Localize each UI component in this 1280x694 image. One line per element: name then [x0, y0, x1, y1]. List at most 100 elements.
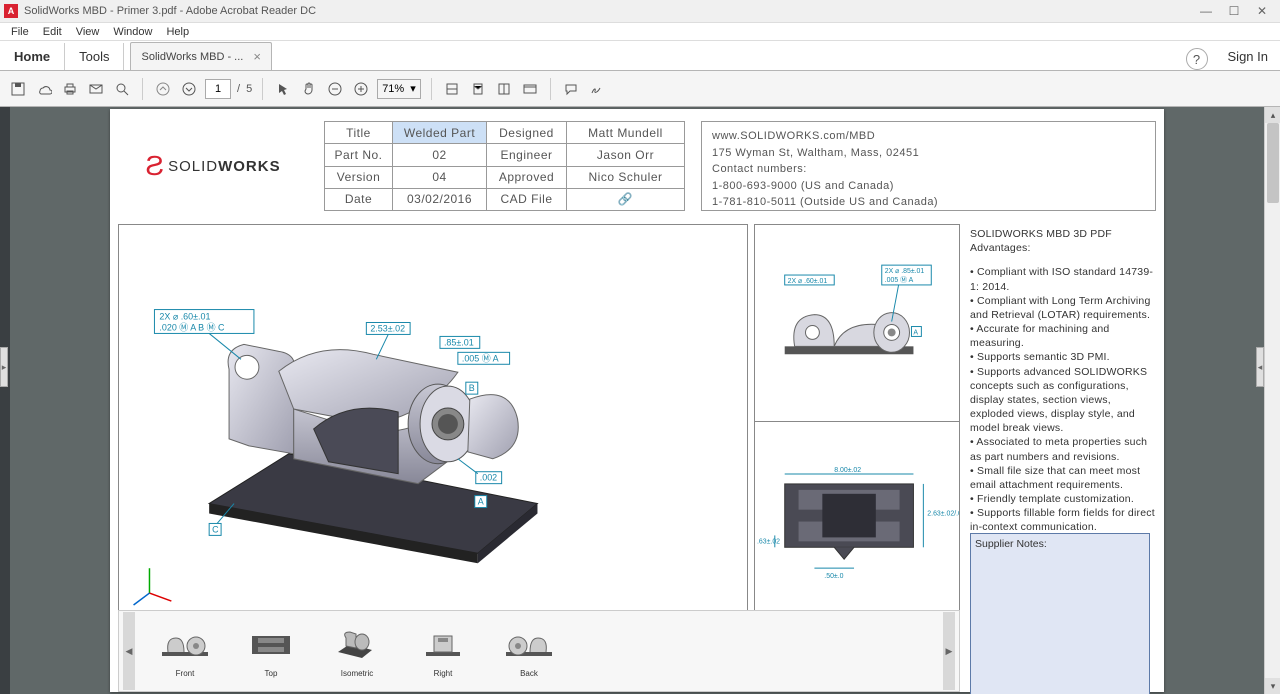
solidworks-logo: Ƨ SOLIDWORKS	[118, 121, 308, 211]
side-view-bottom[interactable]: 8.00±.02 2.63±.02/.03±.02 .50±.0 .63±.02	[755, 422, 959, 618]
logo-mark-icon: Ƨ	[145, 150, 164, 182]
svg-text:A: A	[478, 497, 484, 507]
dim-d1: 2X ⌀ .60±.01	[159, 312, 210, 322]
fit-page-icon[interactable]	[468, 79, 488, 99]
fit-width-icon[interactable]	[442, 79, 462, 99]
print-icon[interactable]	[60, 79, 80, 99]
thumb-prev-button[interactable]: ◀	[123, 612, 135, 690]
pointer-icon[interactable]	[273, 79, 293, 99]
page-header: Ƨ SOLIDWORKS Title Welded Part Designed …	[110, 121, 1164, 211]
menu-window[interactable]: Window	[106, 26, 159, 38]
page-up-icon[interactable]	[153, 79, 173, 99]
menu-view[interactable]: View	[69, 26, 107, 38]
hand-icon[interactable]	[299, 79, 319, 99]
left-panel-bar[interactable]	[0, 107, 10, 694]
thumb-top-label: Top	[265, 669, 278, 678]
version-label: Version	[325, 166, 393, 188]
main-3d-view[interactable]: 2X ⌀ .60±.01 .020 Ⓜ A B Ⓜ C 2.53±.02 .85…	[118, 224, 748, 611]
approved-value: Nico Schuler	[567, 166, 685, 188]
adv-b5: • Supports advanced SOLIDWORKS concepts …	[970, 365, 1156, 436]
svg-text:A: A	[913, 329, 918, 336]
info-table: Title Welded Part Designed Matt Mundell …	[324, 121, 685, 211]
attachment-icon[interactable]: 🔗	[618, 192, 633, 206]
minimize-button[interactable]: —	[1192, 1, 1220, 21]
engineer-value: Jason Orr	[567, 144, 685, 166]
window-title: SolidWorks MBD - Primer 3.pdf - Adobe Ac…	[24, 5, 316, 17]
supplier-label: Supplier Notes:	[975, 538, 1047, 550]
svg-text:2.63±.02/.03±.02: 2.63±.02/.03±.02	[927, 511, 959, 518]
thumb-next-button[interactable]: ▶	[943, 612, 955, 690]
version-value: 04	[393, 166, 487, 188]
title-value[interactable]: Welded Part	[393, 122, 487, 144]
help-icon[interactable]: ?	[1186, 48, 1208, 70]
title-label: Title	[325, 122, 393, 144]
designed-label: Designed	[487, 122, 567, 144]
svg-text:.50±.0: .50±.0	[824, 573, 843, 580]
logo-text-a: SOLID	[168, 158, 218, 175]
logo-text-b: WORKS	[218, 158, 281, 175]
zoom-in-icon[interactable]	[351, 79, 371, 99]
thumb-back[interactable]: Back	[499, 625, 559, 678]
menu-help[interactable]: Help	[159, 26, 196, 38]
svg-text:.005 Ⓜ A: .005 Ⓜ A	[462, 353, 499, 363]
adv-title: SOLIDWORKS MBD 3D PDF Advantages:	[970, 227, 1156, 255]
close-button[interactable]: ✕	[1248, 1, 1276, 21]
maximize-button[interactable]: ☐	[1220, 1, 1248, 21]
svg-text:2.53±.02: 2.53±.02	[370, 323, 405, 333]
content-area: ▸ Ƨ SOLIDWORKS Title Welded Part Designe…	[0, 107, 1280, 694]
expand-right-icon[interactable]: ◂	[1256, 347, 1264, 387]
tab-document[interactable]: SolidWorks MBD - ... ×	[130, 42, 271, 70]
comment-icon[interactable]	[561, 79, 581, 99]
signin-button[interactable]: Sign In	[1216, 43, 1280, 70]
read-mode-icon[interactable]	[520, 79, 540, 99]
vertical-scrollbar[interactable]: ▴ ▾	[1264, 107, 1280, 694]
date-label: Date	[325, 188, 393, 210]
page-view-icon[interactable]	[494, 79, 514, 99]
page-down-icon[interactable]	[179, 79, 199, 99]
mail-icon[interactable]	[86, 79, 106, 99]
zoom-out-icon[interactable]	[325, 79, 345, 99]
thumb-iso-label: Isometric	[341, 669, 373, 678]
zoom-select[interactable]: 71%▾	[377, 79, 421, 99]
svg-text:2X ⌀ .85±.01: 2X ⌀ .85±.01	[885, 268, 925, 275]
contact-addr: 175 Wyman St, Waltham, Mass, 02451	[712, 145, 1145, 162]
partno-label: Part No.	[325, 144, 393, 166]
thumb-right[interactable]: Right	[413, 625, 473, 678]
thumb-iso[interactable]: Isometric	[327, 625, 387, 678]
supplier-notes-field[interactable]: Supplier Notes:	[970, 533, 1150, 694]
app-icon: A	[4, 4, 18, 18]
svg-text:.002: .002	[480, 473, 497, 483]
menu-file[interactable]: File	[4, 26, 36, 38]
page-current-input[interactable]	[205, 79, 231, 99]
adv-b7: • Small file size that can meet most ema…	[970, 464, 1156, 492]
cadfile-label: CAD File	[487, 188, 567, 210]
save-icon[interactable]	[8, 79, 28, 99]
page-total: 5	[246, 83, 252, 95]
tab-document-label: SolidWorks MBD - ...	[141, 51, 243, 63]
scroll-thumb[interactable]	[1267, 123, 1279, 203]
contact-phone2: 1-781-810-5011 (Outside US and Canada)	[712, 194, 1145, 211]
svg-text:8.00±.02: 8.00±.02	[834, 467, 861, 474]
tab-home[interactable]: Home	[0, 43, 65, 70]
svg-text:2X ⌀ .60±.01: 2X ⌀ .60±.01	[788, 278, 828, 285]
contact-numlbl: Contact numbers:	[712, 161, 1145, 178]
designed-value: Matt Mundell	[567, 122, 685, 144]
thumb-top[interactable]: Top	[241, 625, 301, 678]
adv-b8: • Friendly template customization.	[970, 492, 1156, 506]
side-views: 2X ⌀ .85±.01 .005 Ⓜ A A 2X ⌀ .60±.01	[754, 224, 960, 611]
adv-b6: • Associated to meta properties such as …	[970, 435, 1156, 463]
side-view-top[interactable]: 2X ⌀ .85±.01 .005 Ⓜ A A 2X ⌀ .60±.01	[755, 225, 959, 422]
thumb-front[interactable]: Front	[155, 625, 215, 678]
approved-label: Approved	[487, 166, 567, 188]
expand-left-icon[interactable]: ▸	[0, 347, 8, 387]
scroll-up-icon[interactable]: ▴	[1265, 107, 1280, 123]
menu-edit[interactable]: Edit	[36, 26, 69, 38]
tab-close-icon[interactable]: ×	[253, 49, 261, 64]
search-icon[interactable]	[112, 79, 132, 99]
cloud-icon[interactable]	[34, 79, 54, 99]
sign-icon[interactable]	[587, 79, 607, 99]
scroll-down-icon[interactable]: ▾	[1265, 678, 1280, 694]
page-sep: /	[237, 83, 240, 95]
page-viewport[interactable]: Ƨ SOLIDWORKS Title Welded Part Designed …	[10, 107, 1264, 694]
tab-tools[interactable]: Tools	[65, 43, 124, 70]
